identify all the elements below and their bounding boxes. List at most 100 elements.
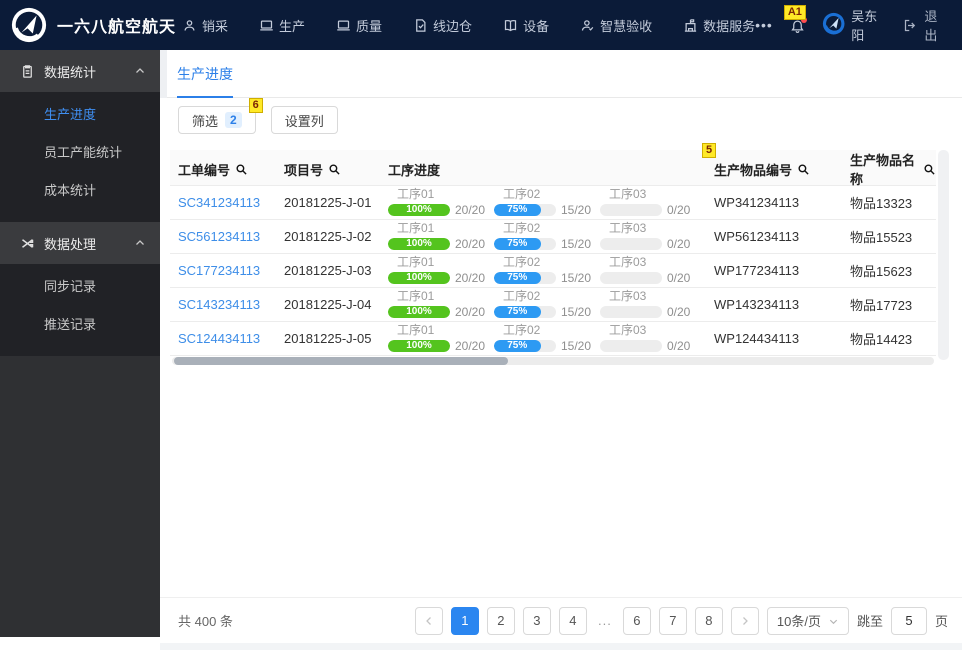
progress-fraction: 20/20	[455, 203, 486, 217]
prev-page-button[interactable]	[414, 606, 443, 635]
menu-item-smart-acceptance[interactable]: 智慧验收	[580, 16, 652, 35]
header-order-no: 工单编号	[170, 160, 276, 179]
process-step-label: 工序03	[609, 323, 647, 337]
search-icon[interactable]	[235, 163, 248, 176]
process-step-label: 工序03	[609, 187, 647, 201]
menu-label: 销采	[202, 18, 229, 34]
search-icon[interactable]	[797, 163, 810, 176]
brand: 一六八航空航天	[0, 6, 182, 44]
progress-percent: 75%	[507, 204, 528, 215]
jump-page-input[interactable]	[890, 606, 927, 635]
item-no: WP143234113	[714, 297, 800, 312]
progress-bar: 75%	[494, 272, 556, 284]
search-icon[interactable]	[923, 163, 936, 176]
notification-bell[interactable]: A1	[783, 4, 807, 33]
tab-production-progress[interactable]: 生产进度	[177, 50, 233, 98]
progress-bar: 100%	[388, 204, 450, 216]
order-link[interactable]: SC561234113	[178, 229, 260, 244]
page-ellipsis[interactable]: ...	[595, 607, 615, 635]
process-progress-cell: 工序01 100% 20/20 工序02 75% 15/20 工序03 0/20	[380, 256, 706, 285]
more-menu-icon[interactable]: •••	[755, 17, 773, 33]
sidebar-group-data-processing[interactable]: 数据处理	[0, 222, 160, 264]
progress-fraction: 0/20	[667, 203, 691, 217]
user-menu[interactable]: 吴东阳	[822, 6, 886, 44]
logout-label: 退出	[924, 9, 938, 43]
menu-item-line-warehouse[interactable]: 线边仓	[413, 16, 472, 35]
process-step-label: 工序01	[397, 323, 435, 337]
progress-bar: 75%	[494, 238, 556, 250]
item-name: 物品15523	[850, 230, 913, 245]
horizontal-scrollbar-track[interactable]	[172, 357, 934, 365]
process-step: 工序03 0/20	[600, 324, 706, 353]
progress-fraction: 15/20	[561, 271, 592, 285]
logout-icon	[903, 18, 918, 33]
table-row: SC177234113 20181225-J-03 工序01 100% 20/20…	[170, 254, 936, 288]
column-settings-button[interactable]: 设置列	[270, 106, 338, 134]
process-step: 工序02 75% 15/20	[494, 290, 600, 319]
order-link[interactable]: SC341234113	[178, 195, 260, 210]
progress-fraction: 20/20	[455, 305, 486, 319]
sidebar-item-employee-capacity[interactable]: 员工产能统计	[0, 134, 160, 172]
main-menu: 销采 生产 质量 线边仓 设备 智慧验收 数据服务	[182, 16, 755, 35]
progress-bar: 100%	[388, 340, 450, 352]
progress-percent: 100%	[406, 238, 432, 249]
sidebar-group-data-statistics[interactable]: 数据统计	[0, 50, 160, 92]
menu-item-quality[interactable]: 质量	[336, 16, 382, 35]
filter-button[interactable]: 筛选 2	[178, 106, 256, 134]
chevron-up-icon	[134, 237, 146, 249]
process-step-label: 工序02	[503, 187, 541, 201]
progress-bar	[600, 340, 662, 352]
sidebar-item-cost-statistics[interactable]: 成本统计	[0, 172, 160, 210]
jump-suffix: 页	[934, 614, 948, 629]
next-page-button[interactable]	[730, 606, 759, 635]
order-link[interactable]: SC177234113	[178, 263, 260, 278]
process-step-label: 工序02	[503, 221, 541, 235]
page-size-select[interactable]: 10条/页	[766, 606, 849, 635]
sidebar-item-sync-records[interactable]: 同步记录	[0, 268, 160, 306]
progress-fraction: 20/20	[455, 271, 486, 285]
progress-bar	[600, 238, 662, 250]
sidebar-item-push-records[interactable]: 推送记录	[0, 306, 160, 344]
header-label: 工单编号	[178, 162, 231, 178]
progress-bar	[600, 204, 662, 216]
progress-fraction: 0/20	[667, 339, 691, 353]
page-button-8[interactable]: 8	[694, 606, 723, 635]
vertical-scrollbar[interactable]	[938, 150, 949, 360]
page-button-1[interactable]: 1	[450, 606, 479, 635]
app-root: 一六八航空航天 销采 生产 质量 线边仓 设备 智慧验收 数据服务 ••• A1…	[0, 0, 962, 650]
page-button-3[interactable]: 3	[522, 606, 551, 635]
logout-button[interactable]: 退出	[903, 6, 946, 44]
progress-fraction: 0/20	[667, 305, 691, 319]
progress-fraction: 15/20	[561, 305, 592, 319]
process-step-label: 工序03	[609, 289, 647, 303]
order-link[interactable]: SC124434113	[178, 331, 260, 346]
process-step: 工序01 100% 20/20	[388, 222, 494, 251]
menu-item-production[interactable]: 生产	[259, 16, 305, 35]
item-name: 物品17723	[850, 298, 913, 313]
laptop-icon	[336, 18, 351, 33]
jump-label: 跳至	[856, 614, 883, 629]
page-button-7[interactable]: 7	[658, 606, 687, 635]
search-icon[interactable]	[328, 163, 341, 176]
sidebar-item-production-progress[interactable]: 生产进度	[0, 96, 160, 134]
page-button-6[interactable]: 6	[622, 606, 651, 635]
table-footer: 共 400 条 1 2 3 4 ... 6 7 8 10条/页 跳至 页	[160, 597, 962, 643]
horizontal-scrollbar-thumb[interactable]	[174, 357, 508, 365]
process-progress-cell: 工序01 100% 20/20 工序02 75% 15/20 工序03 0/20	[380, 290, 706, 319]
item-name: 物品15623	[850, 264, 913, 279]
menu-item-sales[interactable]: 销采	[182, 16, 228, 35]
menu-item-equipment[interactable]: 设备	[503, 16, 549, 35]
laptop-icon	[259, 18, 274, 33]
process-progress-cell: 工序01 100% 20/20 工序02 75% 15/20 工序03 0/20	[380, 222, 706, 251]
top-navbar: 一六八航空航天 销采 生产 质量 线边仓 设备 智慧验收 数据服务 ••• A1…	[0, 0, 962, 50]
process-step-label: 工序01	[397, 255, 435, 269]
page-button-4[interactable]: 4	[558, 606, 587, 635]
progress-percent: 75%	[507, 272, 528, 283]
order-link[interactable]: SC143234113	[178, 297, 260, 312]
menu-item-data-service[interactable]: 数据服务	[683, 16, 755, 35]
process-step: 工序03 0/20	[600, 222, 706, 251]
process-step: 工序01 100% 20/20	[388, 256, 494, 285]
page-button-2[interactable]: 2	[486, 606, 515, 635]
process-progress-cell: 工序01 100% 20/20 工序02 75% 15/20 工序03 0/20	[380, 188, 706, 217]
menu-label: 设备	[523, 18, 550, 34]
